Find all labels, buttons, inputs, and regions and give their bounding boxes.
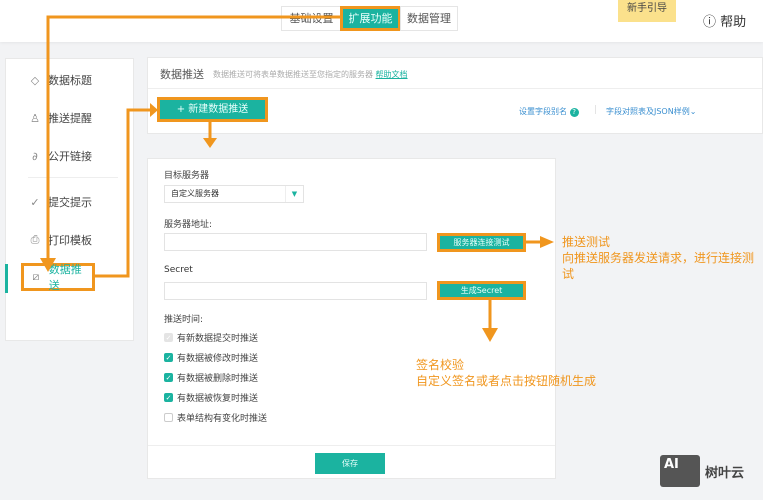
sign-annotation: 签名校验 自定义签名或者点击按钮随机生成 [416,358,597,388]
watermark-logo: AI 树叶云 [660,455,744,487]
ai-logo-icon: AI [660,455,700,487]
test-annotation: 推送测试 向推送服务器发送请求，进行连接测试 [562,235,755,281]
